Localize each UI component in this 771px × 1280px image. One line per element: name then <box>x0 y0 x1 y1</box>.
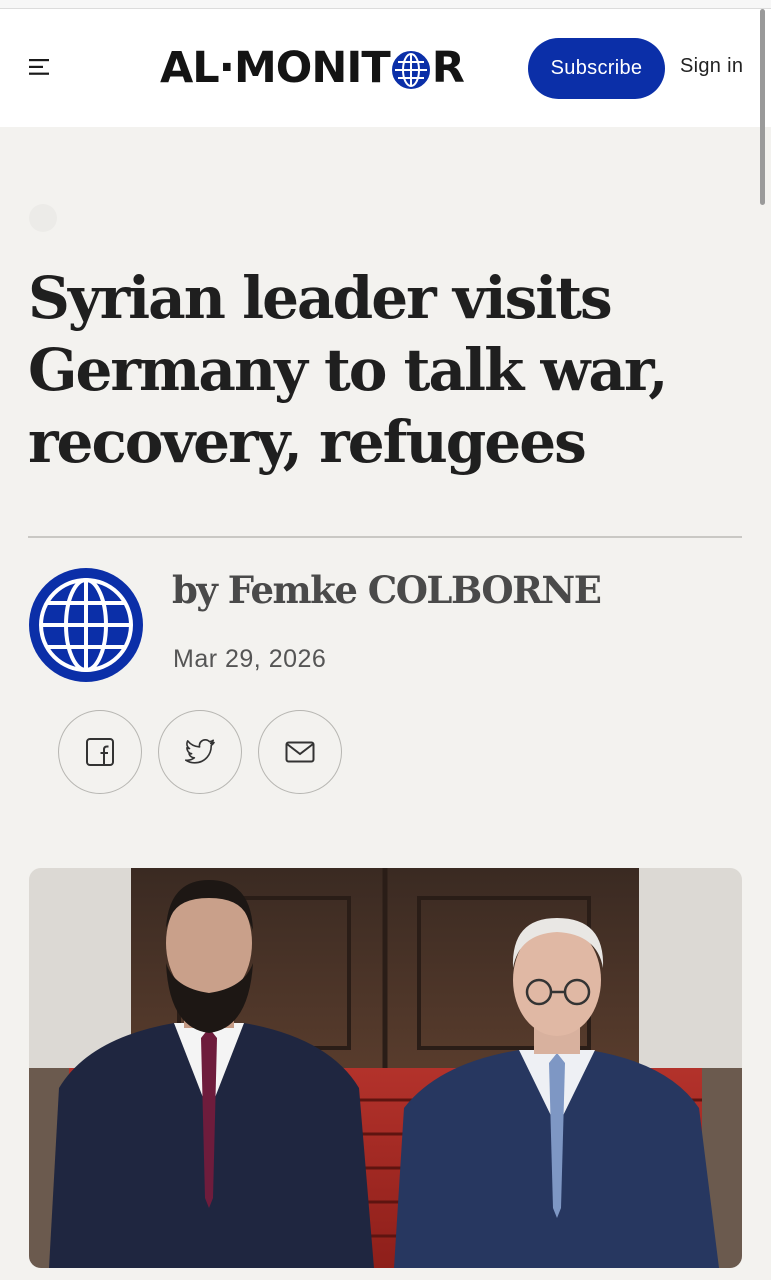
browser-top-rule <box>0 0 771 9</box>
page-scrollbar[interactable] <box>760 9 765 205</box>
article-hero-image[interactable] <box>29 868 742 1268</box>
twitter-icon <box>185 739 215 764</box>
mail-icon <box>285 741 315 763</box>
category-tag-placeholder <box>29 204 57 232</box>
sign-in-link[interactable]: Sign in <box>680 55 743 78</box>
hamburger-menu-icon <box>29 59 49 75</box>
publish-date: Mar 29, 2026 <box>173 645 327 673</box>
facebook-icon <box>86 738 114 766</box>
subscribe-button[interactable]: Subscribe <box>528 38 665 99</box>
globe-icon <box>39 578 133 672</box>
menu-button[interactable] <box>22 49 58 85</box>
article-byline[interactable]: by Femke COLBORNE <box>172 568 602 612</box>
author-avatar <box>29 568 143 682</box>
logo-text-right: R <box>431 42 465 93</box>
share-twitter-button[interactable] <box>158 710 242 794</box>
article-headline: Syrian leader visits Germany to talk war… <box>28 264 669 476</box>
site-logo[interactable]: AL·MONIT R <box>160 42 465 94</box>
headline-divider <box>28 536 742 538</box>
site-header: AL·MONIT R Subscribe Sign in <box>0 9 771 127</box>
share-facebook-button[interactable] <box>58 710 142 794</box>
globe-logo-icon <box>391 51 430 89</box>
logo-text-left: AL·MONIT <box>160 42 391 93</box>
hero-photo <box>29 868 742 1268</box>
share-email-button[interactable] <box>258 710 342 794</box>
